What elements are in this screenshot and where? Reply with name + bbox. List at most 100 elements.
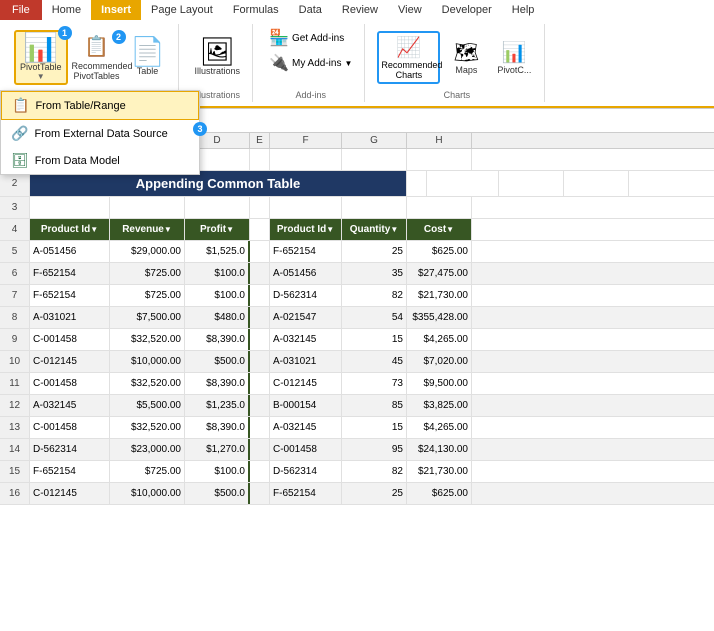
cell-h15[interactable]: $21,730.00 — [407, 461, 472, 482]
cell-c5[interactable]: $29,000.00 — [110, 241, 185, 262]
cell-e4[interactable] — [250, 219, 270, 240]
from-data-model-item[interactable]: 🗄 From Data Model — [1, 147, 199, 174]
tab-view[interactable]: View — [388, 0, 432, 20]
cell-b3[interactable] — [30, 197, 110, 218]
cell-b13[interactable]: C-001458 — [30, 417, 110, 438]
cell-f6[interactable]: A-051456 — [270, 263, 342, 284]
cell-e16[interactable] — [250, 483, 270, 504]
cell-f14[interactable]: C-001458 — [270, 439, 342, 460]
cell-b16[interactable]: C-012145 — [30, 483, 110, 504]
cell-d7[interactable]: $100.0 — [185, 285, 250, 306]
cell-d5[interactable]: $1,525.0 — [185, 241, 250, 262]
from-external-data-item[interactable]: 🔗 From External Data Source 3 — [1, 120, 199, 147]
cell-f10[interactable]: A-031021 — [270, 351, 342, 372]
cell-b14[interactable]: D-562314 — [30, 439, 110, 460]
cell-b12[interactable]: A-032145 — [30, 395, 110, 416]
cell-g14[interactable]: 95 — [342, 439, 407, 460]
cell-g9[interactable]: 15 — [342, 329, 407, 350]
cell-g2[interactable] — [499, 171, 564, 196]
illustrations-button[interactable]: 🖼 Illustrations — [191, 36, 245, 78]
cell-f9[interactable]: A-032145 — [270, 329, 342, 350]
get-addins-button[interactable]: 🏪 Get Add-ins — [265, 26, 348, 50]
cell-d15[interactable]: $100.0 — [185, 461, 250, 482]
cell-h7[interactable]: $21,730.00 — [407, 285, 472, 306]
cell-f7[interactable]: D-562314 — [270, 285, 342, 306]
cell-c9[interactable]: $32,520.00 — [110, 329, 185, 350]
cell-d11[interactable]: $8,390.0 — [185, 373, 250, 394]
cell-c11[interactable]: $32,520.00 — [110, 373, 185, 394]
tab-developer[interactable]: Developer — [432, 0, 502, 20]
cell-f15[interactable]: D-562314 — [270, 461, 342, 482]
cell-g13[interactable]: 15 — [342, 417, 407, 438]
cell-d8[interactable]: $480.0 — [185, 307, 250, 328]
tab-review[interactable]: Review — [332, 0, 388, 20]
tab-insert[interactable]: Insert — [91, 0, 141, 20]
recommended-charts-button[interactable]: 📈 Recommended Charts — [377, 31, 440, 84]
cell-h6[interactable]: $27,475.00 — [407, 263, 472, 284]
cell-f16[interactable]: F-652154 — [270, 483, 342, 504]
cell-e3[interactable] — [250, 197, 270, 218]
cell-g8[interactable]: 54 — [342, 307, 407, 328]
cell-e7[interactable] — [250, 285, 270, 306]
pivotc-button[interactable]: 📊 PivotC... — [492, 38, 536, 77]
cell-h10[interactable]: $7,020.00 — [407, 351, 472, 372]
maps-button[interactable]: 🗺 Maps — [444, 38, 488, 77]
pivot-table-button[interactable]: 1 📊 PivotTable ▼ — [14, 30, 68, 85]
cell-g12[interactable]: 85 — [342, 395, 407, 416]
my-addins-button[interactable]: 🔌 My Add-ins ▼ — [265, 51, 356, 75]
cell-g7[interactable]: 82 — [342, 285, 407, 306]
cell-d14[interactable]: $1,270.0 — [185, 439, 250, 460]
cell-e11[interactable] — [250, 373, 270, 394]
cell-h14[interactable]: $24,130.00 — [407, 439, 472, 460]
cell-b11[interactable]: C-001458 — [30, 373, 110, 394]
cell-d13[interactable]: $8,390.0 — [185, 417, 250, 438]
cell-f2[interactable] — [427, 171, 499, 196]
tab-data[interactable]: Data — [289, 0, 332, 20]
cell-d9[interactable]: $8,390.0 — [185, 329, 250, 350]
cell-e15[interactable] — [250, 461, 270, 482]
cell-c6[interactable]: $725.00 — [110, 263, 185, 284]
cell-e9[interactable] — [250, 329, 270, 350]
cell-g5[interactable]: 25 — [342, 241, 407, 262]
cell-c10[interactable]: $10,000.00 — [110, 351, 185, 372]
cell-c7[interactable]: $725.00 — [110, 285, 185, 306]
cell-e13[interactable] — [250, 417, 270, 438]
cell-g3[interactable] — [342, 197, 407, 218]
tab-help[interactable]: Help — [502, 0, 545, 20]
cell-d12[interactable]: $1,235.0 — [185, 395, 250, 416]
cell-h2[interactable] — [564, 171, 629, 196]
cell-g6[interactable]: 35 — [342, 263, 407, 284]
tab-file[interactable]: File — [0, 0, 42, 20]
cell-g1[interactable] — [342, 149, 407, 170]
cell-b8[interactable]: A-031021 — [30, 307, 110, 328]
cell-b6[interactable]: F-652154 — [30, 263, 110, 284]
cell-h5[interactable]: $625.00 — [407, 241, 472, 262]
cell-h11[interactable]: $9,500.00 — [407, 373, 472, 394]
cell-f1[interactable] — [270, 149, 342, 170]
cell-f3[interactable] — [270, 197, 342, 218]
cell-h3[interactable] — [407, 197, 472, 218]
cell-e2[interactable] — [407, 171, 427, 196]
tab-home[interactable]: Home — [42, 0, 91, 20]
cell-e5[interactable] — [250, 241, 270, 262]
cell-b5[interactable]: A-051456 — [30, 241, 110, 262]
cell-f13[interactable]: A-032145 — [270, 417, 342, 438]
cell-e8[interactable] — [250, 307, 270, 328]
cell-b10[interactable]: C-012145 — [30, 351, 110, 372]
cell-b9[interactable]: C-001458 — [30, 329, 110, 350]
cell-d3[interactable] — [185, 197, 250, 218]
cell-f8[interactable]: A-021547 — [270, 307, 342, 328]
tab-formulas[interactable]: Formulas — [223, 0, 289, 20]
cell-h8[interactable]: $355,428.00 — [407, 307, 472, 328]
cell-c13[interactable]: $32,520.00 — [110, 417, 185, 438]
cell-h12[interactable]: $3,825.00 — [407, 395, 472, 416]
cell-c16[interactable]: $10,000.00 — [110, 483, 185, 504]
cell-g15[interactable]: 82 — [342, 461, 407, 482]
cell-f5[interactable]: F-652154 — [270, 241, 342, 262]
cell-e14[interactable] — [250, 439, 270, 460]
cell-b7[interactable]: F-652154 — [30, 285, 110, 306]
cell-f11[interactable]: C-012145 — [270, 373, 342, 394]
cell-d16[interactable]: $500.0 — [185, 483, 250, 504]
cell-g16[interactable]: 25 — [342, 483, 407, 504]
cell-c8[interactable]: $7,500.00 — [110, 307, 185, 328]
